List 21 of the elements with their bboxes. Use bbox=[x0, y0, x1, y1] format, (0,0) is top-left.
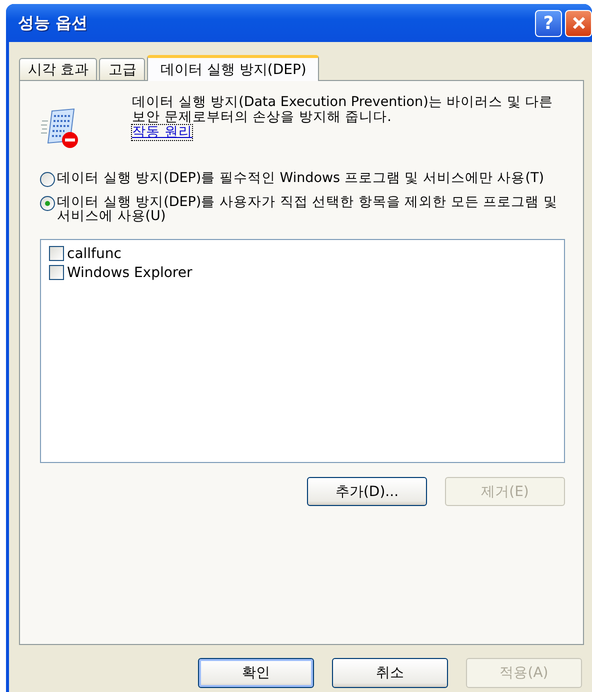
list-item[interactable]: callfunc bbox=[67, 246, 122, 262]
tab[interactable]: 시각 효과 bbox=[19, 58, 98, 80]
dialog-button[interactable]: 확인 bbox=[198, 658, 314, 688]
list-button[interactable]: 추가(D)... bbox=[307, 477, 427, 506]
dialog-button[interactable]: 취소 bbox=[332, 658, 448, 688]
tab[interactable]: 고급 bbox=[99, 58, 146, 80]
radio-button[interactable] bbox=[40, 196, 55, 211]
list-item[interactable]: Windows Explorer bbox=[67, 264, 192, 280]
close-button[interactable] bbox=[565, 10, 592, 36]
checkbox[interactable] bbox=[49, 265, 64, 280]
document-blocked-icon bbox=[40, 107, 80, 149]
option-label: 데이터 실행 방지(DEP)를 필수적인 Windows 프로그램 및 서비스에만 사용(T) bbox=[57, 171, 544, 187]
help-button[interactable]: ? bbox=[535, 10, 562, 36]
window-title: 성능 옵션 bbox=[18, 12, 88, 34]
option-label: 데이터 실행 방지(DEP)를 사용자가 직접 선택한 항목을 제외한 모든 프로그램 및 서비스에 사용(U) bbox=[57, 195, 559, 223]
how-it-works-link[interactable]: 작동 원리 bbox=[132, 125, 192, 140]
tab[interactable]: 데이터 실행 방지(DEP) bbox=[147, 55, 320, 81]
close-icon bbox=[572, 16, 586, 30]
checkbox[interactable] bbox=[49, 246, 64, 261]
description-text: 데이터 실행 방지(Data Execution Prevention)는 바이러스 및 다른 보안 문제로부터의 손상을 방지해 줍니다. bbox=[132, 95, 554, 125]
radio-button[interactable] bbox=[40, 172, 55, 187]
